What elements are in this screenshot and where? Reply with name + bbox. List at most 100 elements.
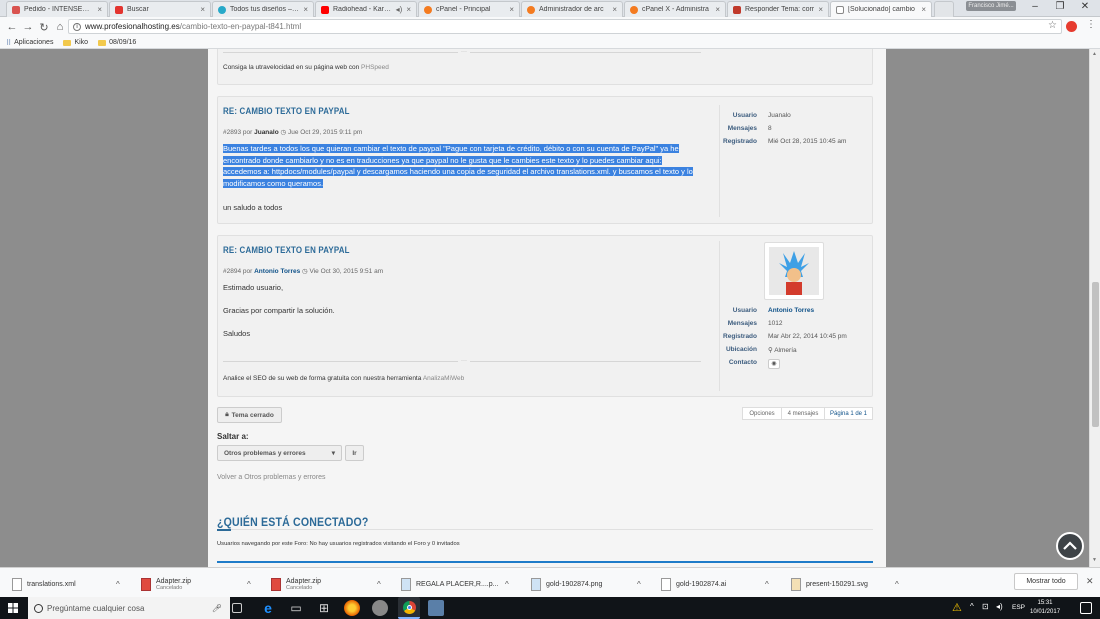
forward-icon[interactable]: →: [20, 21, 36, 33]
profile-username[interactable]: Juanalo: [768, 112, 791, 119]
browser-tab-active[interactable]: [Solucionado] cambio ×: [830, 1, 932, 17]
chevron-up-icon[interactable]: ^: [895, 580, 899, 589]
chrome-icon[interactable]: [398, 597, 420, 619]
options-button[interactable]: Opciones: [742, 407, 782, 420]
browser-tab[interactable]: cPanel - Principal ×: [418, 1, 520, 17]
avatar[interactable]: [764, 242, 824, 300]
profile-messages: 1012: [768, 320, 783, 327]
windows-start-icon[interactable]: [8, 603, 18, 613]
close-icon[interactable]: ×: [509, 5, 514, 14]
post-title[interactable]: RE: CAMBIO TEXTO EN PAYPAL: [223, 106, 350, 116]
firefox-icon[interactable]: [344, 600, 360, 616]
back-link[interactable]: Volver a Otros problemas y errores: [217, 474, 326, 481]
close-icon[interactable]: ×: [612, 5, 617, 14]
browser-tab[interactable]: Pedido - INTENSEX Ti ×: [6, 1, 108, 17]
back-icon[interactable]: ←: [4, 21, 20, 33]
download-item[interactable]: Adapter.zip Cancelado ^: [141, 573, 251, 595]
home-icon[interactable]: ⌂: [52, 21, 68, 33]
menu-icon[interactable]: ⋮: [1086, 19, 1096, 30]
download-item[interactable]: gold-1902874.ai ^: [661, 573, 769, 595]
divider-dots: ···: [458, 358, 470, 364]
download-item[interactable]: present-150291.svg ^: [791, 573, 899, 595]
download-item[interactable]: translations.xml ^: [12, 573, 120, 595]
bookmark-apps[interactable]: ⠿ Aplicaciones: [6, 39, 53, 47]
edge-icon[interactable]: e: [260, 600, 276, 616]
close-icon[interactable]: ×: [715, 5, 720, 14]
page-margin-left: [0, 49, 208, 567]
scrollbar[interactable]: ▲ ▼: [1089, 49, 1100, 567]
post-author[interactable]: Antonio Torres: [254, 268, 300, 275]
taskbar-search[interactable]: Pregúntame cualquier cosa 🎤︎: [28, 597, 230, 619]
chevron-up-icon[interactable]: ^: [247, 580, 251, 589]
profile-badge[interactable]: Francisco Jimé...: [966, 1, 1016, 11]
info-icon[interactable]: i: [73, 22, 81, 31]
tab-favicon: [12, 5, 20, 14]
reload-icon[interactable]: ↻: [36, 21, 52, 34]
address-bar[interactable]: i www.profesionalhosting.es/cambio-texto…: [68, 19, 1062, 34]
show-all-downloads-button[interactable]: Mostrar todo: [1014, 573, 1078, 590]
chevron-up-icon[interactable]: ^: [765, 580, 769, 589]
scrollbar-thumb[interactable]: [1092, 282, 1099, 427]
youtube-icon: [321, 5, 329, 14]
close-icon[interactable]: ×: [303, 5, 308, 14]
bookmark-folder[interactable]: Kiko: [63, 39, 88, 46]
bookmark-folder[interactable]: 08/09/16: [98, 39, 136, 46]
scroll-to-top-button[interactable]: [1056, 532, 1084, 560]
speaker-icon[interactable]: ◂): [396, 5, 403, 14]
adblock-icon[interactable]: [1066, 21, 1077, 32]
signature-link[interactable]: PHSpeed: [361, 64, 389, 71]
contact-button[interactable]: ◉: [768, 359, 780, 369]
post-title[interactable]: RE: CAMBIO TEXTO EN PAYPAL: [223, 245, 350, 255]
browser-tab[interactable]: Administrador de arc ×: [521, 1, 623, 17]
jump-select[interactable]: Otros problemas y errores ▾: [217, 445, 342, 461]
jump-go-button[interactable]: Ir: [345, 445, 364, 461]
download-item[interactable]: REGALA PLACER,R....p... ^: [401, 573, 509, 595]
close-icon[interactable]: ×: [818, 5, 823, 14]
file-explorer-icon[interactable]: ▭: [288, 600, 304, 616]
tray-network-icon[interactable]: ⊡: [982, 602, 989, 611]
post-number[interactable]: #2893: [223, 129, 241, 136]
close-icon[interactable]: ×: [921, 5, 926, 14]
scroll-down-icon[interactable]: ▼: [1092, 557, 1097, 563]
tray-warning-icon[interactable]: ⚠: [952, 601, 962, 614]
download-item[interactable]: Adapter.zip Cancelado ^: [271, 573, 381, 595]
new-tab-button[interactable]: [934, 1, 954, 17]
section-divider: [217, 529, 873, 530]
chevron-up-icon[interactable]: ^: [637, 580, 641, 589]
chevron-up-icon[interactable]: ^: [377, 580, 381, 589]
signature-link[interactable]: AnalizaMiWeb: [423, 375, 464, 382]
browser-tab[interactable]: Buscar ×: [109, 1, 211, 17]
browser-tab[interactable]: cPanel X - Administra ×: [624, 1, 726, 17]
photos-icon[interactable]: [428, 600, 444, 616]
app-icon[interactable]: [372, 600, 388, 616]
notifications-icon[interactable]: [1080, 602, 1092, 614]
browser-tab[interactable]: Responder Tema: corr ×: [727, 1, 829, 17]
folder-icon: [98, 39, 107, 46]
close-icon[interactable]: ×: [200, 5, 205, 14]
topic-closed-button[interactable]: 🔒︎ Tema cerrado: [217, 407, 282, 423]
close-icon[interactable]: ×: [97, 5, 102, 14]
browser-tab[interactable]: Todos tus diseños – Ca ×: [212, 1, 314, 17]
download-item[interactable]: gold-1902874.png ^: [531, 573, 641, 595]
close-window-icon[interactable]: ✕: [1070, 0, 1100, 14]
close-downloads-icon[interactable]: ✕: [1086, 576, 1094, 587]
close-icon[interactable]: ×: [406, 5, 411, 14]
cpanel-icon: [630, 5, 638, 14]
profile-username[interactable]: Antonio Torres: [768, 307, 814, 314]
post-author[interactable]: Juanalo: [254, 129, 279, 136]
tray-volume-icon[interactable]: ◂): [996, 602, 1003, 611]
store-icon[interactable]: ⊞: [316, 600, 332, 616]
chevron-up-icon[interactable]: ^: [116, 580, 120, 589]
tray-clock[interactable]: 15:31 10/01/2017: [1030, 599, 1060, 617]
tray-chevron-icon[interactable]: ^: [970, 602, 974, 611]
tray-language[interactable]: ESP: [1012, 604, 1025, 611]
microphone-icon[interactable]: 🎤︎: [212, 604, 222, 613]
lock-icon: 🔒︎: [225, 411, 229, 418]
scroll-up-icon[interactable]: ▲: [1092, 51, 1097, 57]
browser-tab[interactable]: Radiohead - Karma ◂) ×: [315, 1, 417, 17]
star-icon[interactable]: ☆: [1048, 20, 1057, 31]
page-icon: [836, 5, 844, 14]
task-view-icon[interactable]: [232, 603, 242, 613]
chevron-up-icon[interactable]: ^: [505, 580, 509, 589]
post-number[interactable]: #2894: [223, 268, 241, 275]
